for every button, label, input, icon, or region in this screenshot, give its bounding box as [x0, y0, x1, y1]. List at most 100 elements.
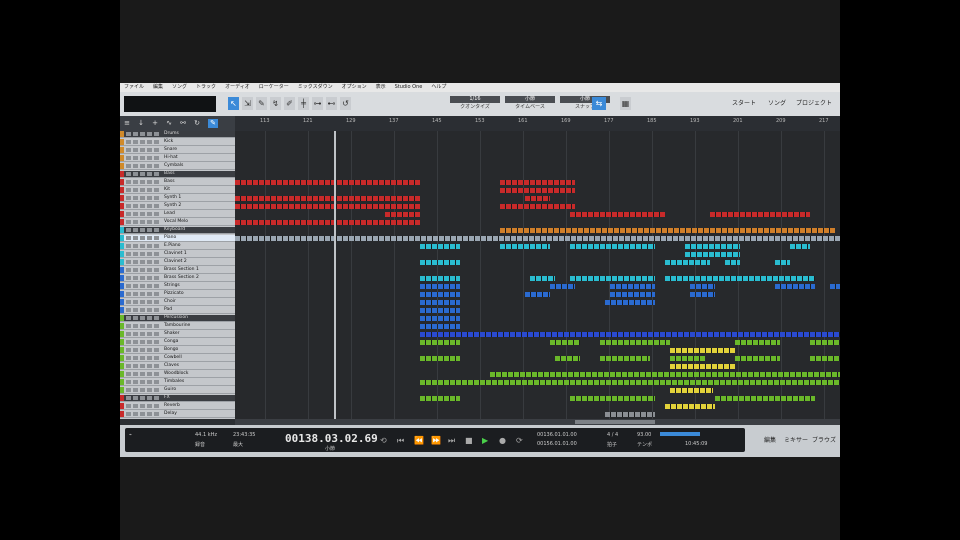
project-button[interactable]: プロジェクト [796, 98, 832, 110]
track-header[interactable]: Hi-hat [120, 155, 235, 162]
event-clip[interactable] [420, 276, 460, 281]
track-controls[interactable] [126, 300, 160, 304]
track-controls[interactable] [126, 164, 160, 168]
event-clip[interactable] [710, 212, 810, 217]
event-clip[interactable] [555, 356, 580, 361]
track-header[interactable]: Kit [120, 187, 235, 194]
event-clip[interactable] [775, 284, 815, 289]
track-header[interactable]: Bass [120, 179, 235, 186]
track-controls[interactable] [126, 356, 160, 360]
start-button[interactable]: スタート [732, 98, 756, 110]
tool-icon[interactable]: ↺ [340, 97, 351, 110]
track-controls[interactable] [126, 308, 160, 312]
track-controls[interactable] [126, 196, 160, 200]
loop-end[interactable]: 00156.01.01.00 [537, 441, 577, 447]
event-clip[interactable] [810, 340, 840, 345]
track-controls[interactable] [126, 132, 160, 136]
menu-item[interactable]: ファイル [124, 83, 144, 92]
transport-button-icon[interactable]: ⟳ [516, 436, 523, 445]
event-clip[interactable] [725, 260, 740, 265]
track-controls[interactable] [126, 332, 160, 336]
position-display[interactable]: 00138.03.02.69 [285, 432, 378, 445]
event-clip[interactable] [790, 244, 810, 249]
mixer-view-button[interactable]: ミキサー [784, 435, 808, 444]
event-clip[interactable] [665, 404, 715, 409]
event-clip[interactable] [735, 340, 780, 345]
track-controls[interactable] [126, 252, 160, 256]
event-clip[interactable] [690, 292, 715, 297]
event-clip[interactable] [665, 260, 710, 265]
event-clip[interactable] [385, 212, 420, 217]
track-controls[interactable] [126, 316, 160, 320]
transport-button-icon[interactable]: ● [499, 436, 506, 445]
tool-icon[interactable]: ╪ [298, 97, 309, 110]
track-header[interactable]: Choir [120, 299, 235, 306]
track-header[interactable]: E.Piano [120, 243, 235, 250]
event-clip[interactable] [550, 284, 575, 289]
event-clip[interactable] [420, 340, 460, 345]
event-clip[interactable] [525, 196, 550, 201]
event-clip[interactable] [420, 260, 460, 265]
transport-button-icon[interactable]: ⏮ [397, 436, 404, 446]
track-controls[interactable] [126, 148, 160, 152]
event-clip[interactable] [420, 332, 840, 337]
event-clip[interactable] [550, 340, 580, 345]
event-clip[interactable] [670, 348, 735, 353]
track-header[interactable]: Pizzicato [120, 291, 235, 298]
quantize-select[interactable]: 1/16 クオンタイズ [450, 96, 500, 112]
event-clip[interactable] [830, 284, 840, 289]
transport-button-icon[interactable]: ⏩ [431, 436, 441, 445]
timeline-ruler[interactable]: 113 121 129 137 145 153 161 169 177 185 193 201 209 2… [235, 116, 840, 132]
track-controls[interactable] [126, 268, 160, 272]
transport-button-icon[interactable]: ■ [465, 436, 473, 445]
transport-button-icon[interactable]: ⏭ [448, 436, 455, 446]
event-clip[interactable] [605, 300, 655, 305]
menu-item[interactable]: ソング [172, 83, 187, 92]
track-header[interactable]: Piano [120, 235, 235, 242]
transport-button-icon[interactable]: ⟲ [380, 436, 387, 445]
track-header[interactable]: Conga [120, 339, 235, 346]
event-clip[interactable] [235, 196, 420, 201]
event-clip[interactable] [420, 308, 460, 313]
folder-track[interactable]: Drums [120, 131, 235, 138]
tool-icon[interactable]: ↖ [228, 97, 239, 110]
event-clip[interactable] [235, 204, 420, 209]
down-arrow-icon[interactable]: ↓ [136, 119, 146, 128]
menu-item[interactable]: 表示 [376, 83, 386, 92]
track-controls[interactable] [126, 340, 160, 344]
track-controls[interactable] [126, 396, 160, 400]
track-header[interactable]: Synth 2 [120, 203, 235, 210]
event-clip[interactable] [670, 388, 713, 393]
track-header[interactable]: Tambourine [120, 323, 235, 330]
song-button[interactable]: ソング [768, 98, 786, 110]
event-clip[interactable] [775, 260, 790, 265]
event-clip[interactable] [420, 324, 460, 329]
meter-value[interactable]: 4 / 4 [607, 432, 618, 438]
loop-icon[interactable]: ↻ [192, 119, 202, 128]
link-icon[interactable]: ⚯ [178, 119, 188, 128]
event-clip[interactable] [500, 244, 550, 249]
tool-icon[interactable]: ⊶ [312, 97, 323, 110]
track-controls[interactable] [126, 284, 160, 288]
event-clip[interactable] [570, 276, 655, 281]
track-header[interactable]: Brass Section 1 [120, 267, 235, 274]
tool-icon[interactable]: ✎ [256, 97, 267, 110]
track-header[interactable]: Cowbell [120, 355, 235, 362]
track-header[interactable]: Brass Section 2 [120, 275, 235, 282]
track-controls[interactable] [126, 380, 160, 384]
track-header[interactable]: Shaker [120, 331, 235, 338]
menu-item[interactable]: Studio One [395, 83, 423, 92]
event-clip[interactable] [420, 316, 460, 321]
event-clip[interactable] [685, 244, 740, 249]
track-controls[interactable] [126, 348, 160, 352]
event-clip[interactable] [525, 292, 550, 297]
track-controls[interactable] [126, 220, 160, 224]
menu-item[interactable]: トラック [196, 83, 216, 92]
event-clip[interactable] [235, 220, 420, 225]
track-controls[interactable] [126, 388, 160, 392]
grid-icon[interactable]: ▦ [620, 97, 631, 110]
track-controls[interactable] [126, 324, 160, 328]
track-header[interactable]: Pad [120, 307, 235, 314]
track-controls[interactable] [126, 228, 160, 232]
event-clip[interactable] [500, 188, 575, 193]
